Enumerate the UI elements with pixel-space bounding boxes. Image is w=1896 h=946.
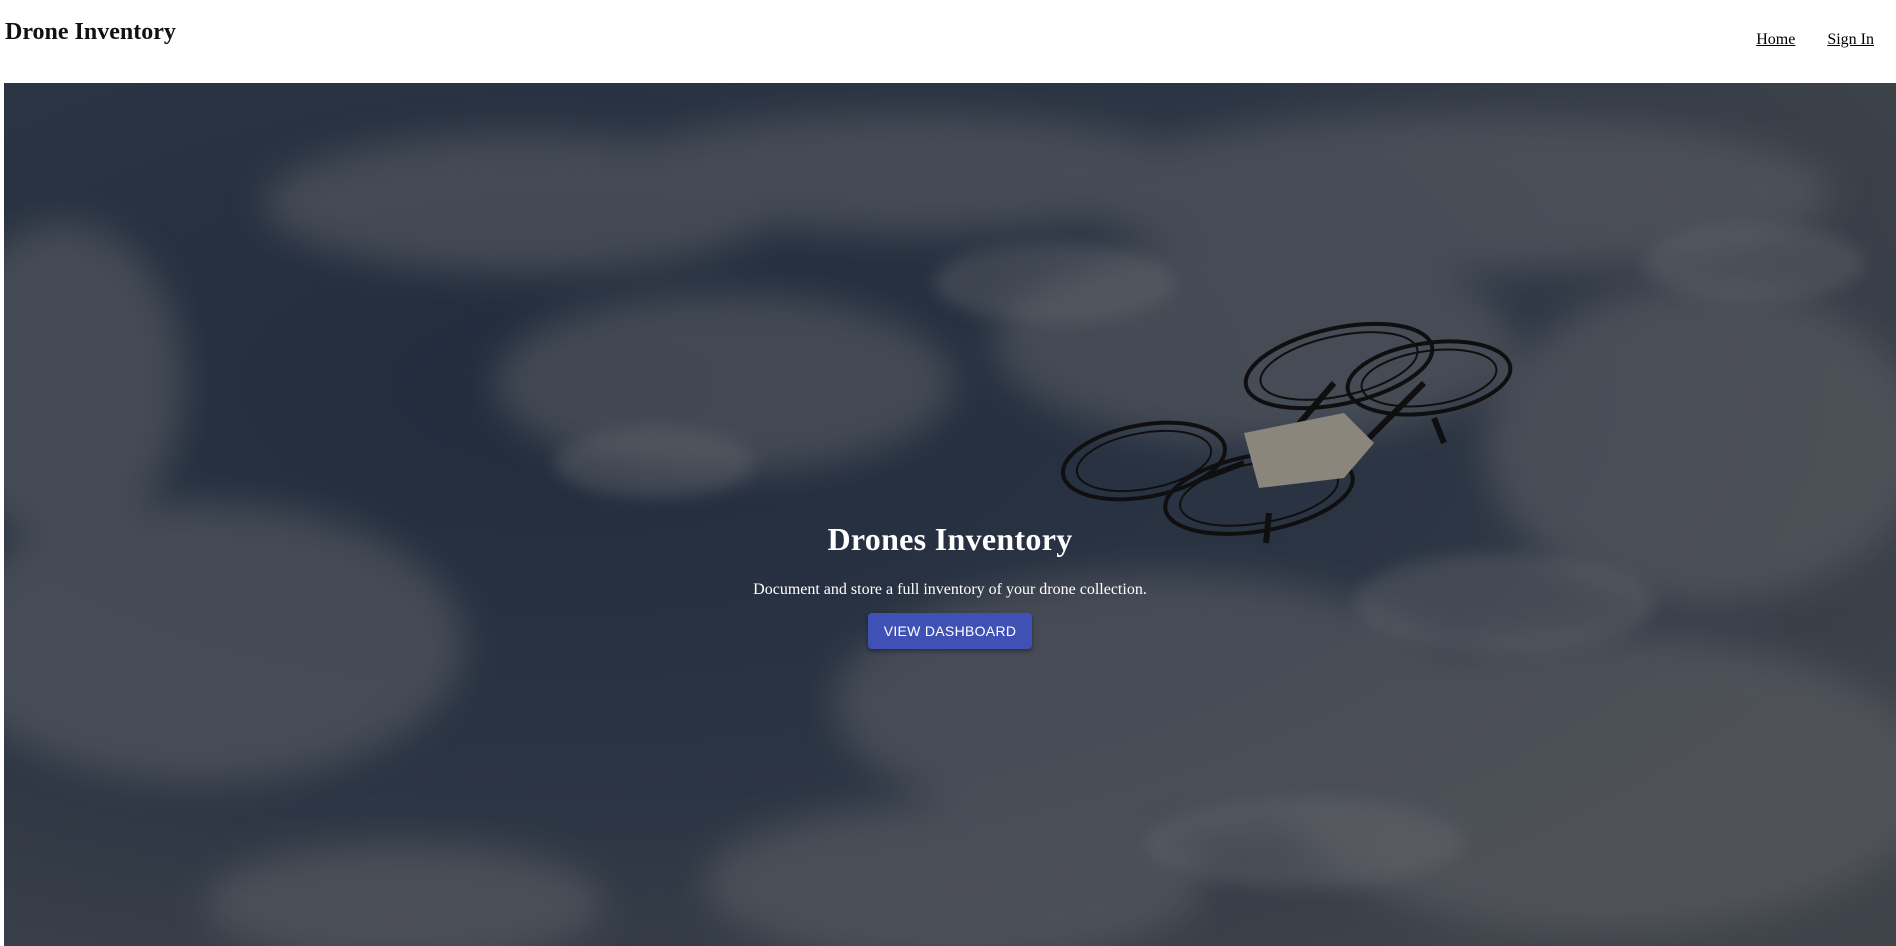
hero-subtitle: Document and store a full inventory of y…	[753, 581, 1147, 598]
hero-content: Drones Inventory Document and store a fu…	[4, 83, 1896, 946]
main-nav: Home Sign In	[1756, 31, 1874, 49]
site-brand[interactable]: Drone Inventory	[5, 19, 176, 46]
hero-title: Drones Inventory	[827, 521, 1073, 557]
nav-sign-in-link[interactable]: Sign In	[1827, 31, 1874, 49]
view-dashboard-button[interactable]: VIEW DASHBOARD	[867, 613, 1033, 649]
top-navbar: Drone Inventory Home Sign In	[0, 0, 1896, 83]
hero-section: Drones Inventory Document and store a fu…	[4, 83, 1896, 946]
nav-home-link[interactable]: Home	[1756, 31, 1795, 49]
